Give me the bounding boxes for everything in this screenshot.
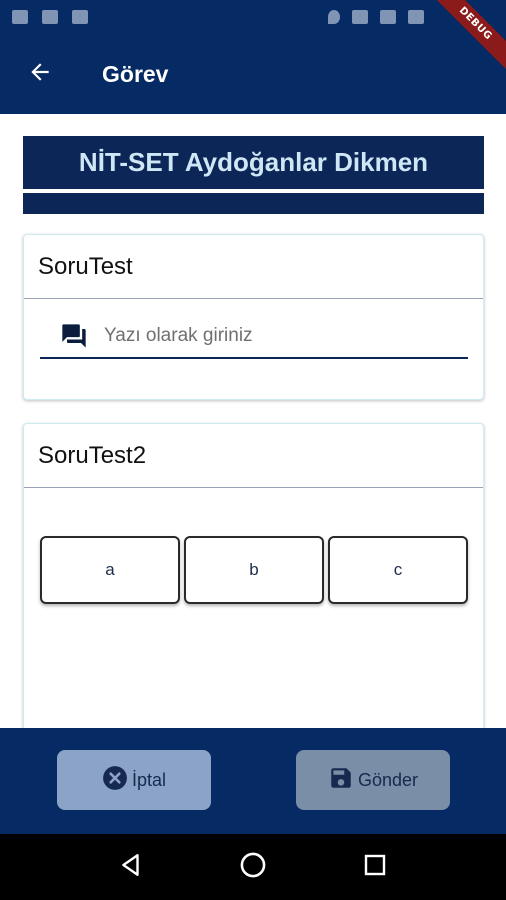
send-label: Gönder	[357, 769, 419, 790]
gallery-notification-icon	[12, 10, 28, 24]
triangle-back-icon	[118, 852, 144, 883]
image-notification-icon	[42, 10, 58, 24]
nav-home-button[interactable]	[233, 847, 273, 887]
answer-text-input[interactable]	[104, 325, 444, 347]
answer-input-row[interactable]	[40, 315, 468, 359]
header-divider-bar	[23, 193, 484, 214]
status-bar	[0, 0, 506, 34]
save-icon	[328, 765, 354, 796]
option-c-button[interactable]: c	[328, 536, 468, 604]
question-card: SoruTest2 a b c	[23, 423, 484, 728]
option-group: a b c	[40, 536, 468, 604]
network-notification-icon	[72, 10, 88, 24]
page-title: Görev	[102, 60, 169, 87]
location-icon	[328, 10, 340, 24]
wifi-icon	[380, 10, 396, 24]
square-recents-icon	[363, 853, 387, 882]
cancel-label: İptal	[131, 769, 167, 790]
question-title: SoruTest	[24, 235, 483, 299]
action-bar: İptal Gönder	[0, 728, 506, 834]
app-bar: Görev	[0, 34, 506, 114]
chat-icon	[58, 321, 90, 351]
circle-home-icon	[239, 851, 267, 884]
send-button[interactable]: Gönder	[296, 750, 450, 810]
nav-recents-button[interactable]	[355, 847, 395, 887]
site-title: NİT-SET Aydoğanlar Dikmen	[78, 147, 429, 177]
option-a-button[interactable]: a	[40, 536, 180, 604]
cancel-button[interactable]: İptal	[57, 750, 211, 810]
system-nav-bar	[0, 834, 506, 900]
battery-icon	[408, 10, 424, 24]
option-b-button[interactable]: b	[184, 536, 324, 604]
cancel-circle-icon	[102, 765, 128, 796]
question-card: SoruTest	[23, 234, 484, 400]
arrow-back-icon	[27, 59, 53, 90]
main-content[interactable]: NİT-SET Aydoğanlar Dikmen SoruTest SoruT…	[0, 114, 506, 728]
back-button[interactable]	[0, 34, 80, 114]
message-icon	[352, 10, 368, 24]
question-title: SoruTest2	[24, 424, 483, 488]
nav-back-button[interactable]	[111, 847, 151, 887]
site-header: NİT-SET Aydoğanlar Dikmen	[23, 136, 484, 189]
